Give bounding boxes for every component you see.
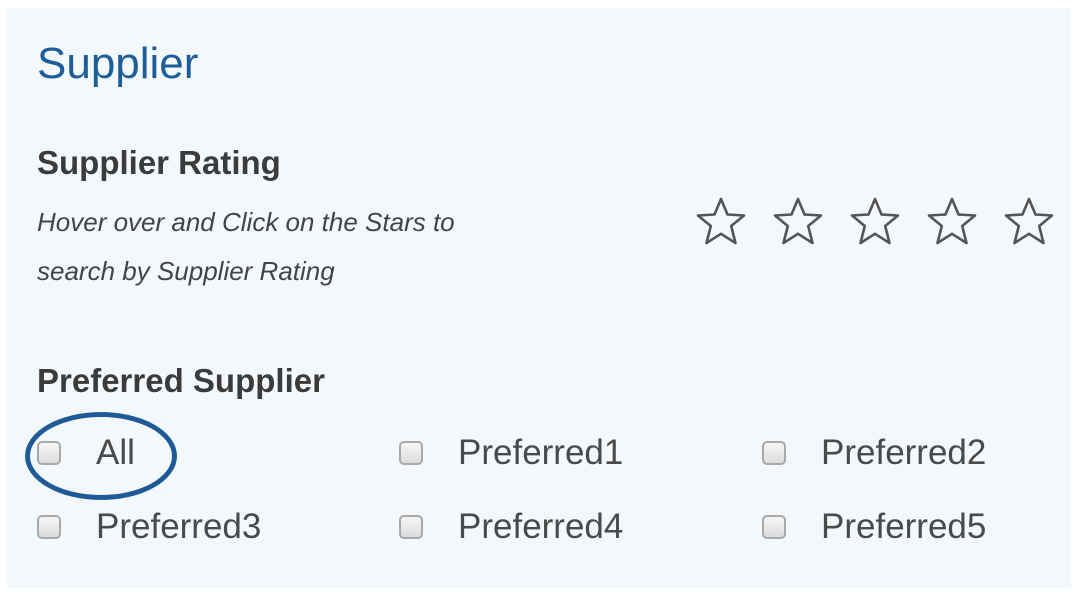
option-preferred4[interactable]: Preferred4 <box>399 509 623 544</box>
checkbox-preferred1[interactable] <box>399 440 423 465</box>
rating-hint-line-2: search by Supplier Rating <box>37 256 335 286</box>
section-title: Supplier <box>37 39 199 88</box>
checkbox-preferred4[interactable] <box>399 514 423 539</box>
option-all[interactable]: All <box>37 435 135 470</box>
preferred-supplier-heading: Preferred Supplier <box>37 362 325 399</box>
supplier-rating-hint: Hover over and Click on the Stars to sea… <box>37 198 637 296</box>
checkbox-preferred2[interactable] <box>762 440 786 465</box>
checkbox-all[interactable] <box>37 440 61 465</box>
option-preferred1[interactable]: Preferred1 <box>399 435 623 470</box>
star-4-icon[interactable] <box>924 194 980 250</box>
star-2-icon[interactable] <box>770 194 826 250</box>
option-label-preferred4: Preferred4 <box>458 507 624 546</box>
star-3-icon[interactable] <box>847 194 903 250</box>
supplier-rating-heading: Supplier Rating <box>37 144 281 181</box>
star-rating <box>693 194 1057 250</box>
checkbox-preferred5[interactable] <box>762 514 786 539</box>
option-label-preferred2: Preferred2 <box>821 433 987 472</box>
star-1-icon[interactable] <box>693 194 749 250</box>
option-preferred2[interactable]: Preferred2 <box>762 435 986 470</box>
supplier-filter-panel: Supplier Supplier Rating Hover over and … <box>7 8 1071 588</box>
option-label-preferred3: Preferred3 <box>96 507 262 546</box>
option-label-preferred5: Preferred5 <box>821 507 987 546</box>
star-5-icon[interactable] <box>1001 194 1057 250</box>
checkbox-preferred3[interactable] <box>37 514 61 539</box>
option-label-preferred1: Preferred1 <box>458 433 624 472</box>
option-label-all: All <box>96 433 135 472</box>
option-preferred5[interactable]: Preferred5 <box>762 509 986 544</box>
option-preferred3[interactable]: Preferred3 <box>37 509 261 544</box>
rating-hint-line-1: Hover over and Click on the Stars to <box>37 207 455 237</box>
